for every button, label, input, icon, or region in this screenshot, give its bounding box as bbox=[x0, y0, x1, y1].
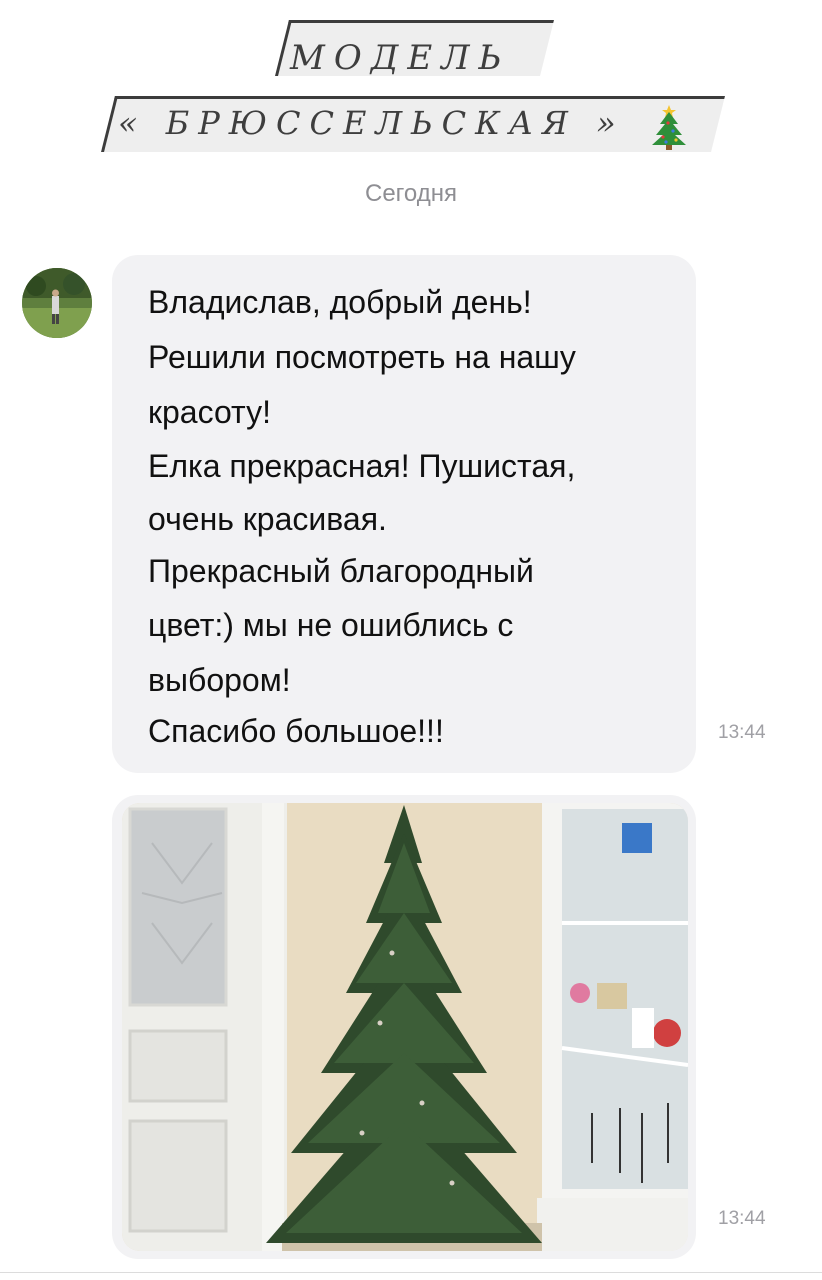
title-line-name: « БРЮССЕЛЬСКАЯ » bbox=[118, 104, 625, 142]
message-line: Владислав, добрый день! bbox=[148, 284, 532, 320]
date-separator: Сегодня bbox=[365, 180, 457, 207]
christmas-tree-icon bbox=[652, 105, 686, 150]
message-bubble[interactable]: Владислав, добрый день! Решили посмотрет… bbox=[112, 255, 696, 773]
message-line: очень красивая. bbox=[148, 501, 387, 537]
title-line-model: МОДЕЛЬ bbox=[290, 38, 511, 78]
message-line: Решили посмотреть на нашу bbox=[148, 339, 576, 375]
photo-image bbox=[122, 803, 688, 1251]
message-line: цвет:) мы не ошиблись с bbox=[148, 607, 514, 643]
title-banner: МОДЕЛЬ « БРЮССЕЛЬСКАЯ » bbox=[0, 0, 822, 152]
avatar-photo bbox=[22, 268, 92, 338]
message-line: выбором! bbox=[148, 662, 291, 698]
message-line: Спасибо большое!!! bbox=[148, 713, 444, 749]
message-line: Елка прекрасная! Пушистая, bbox=[148, 448, 576, 484]
photo-message-time: 13:44 bbox=[718, 1208, 766, 1229]
bottom-divider bbox=[0, 1272, 822, 1273]
message-time: 13:44 bbox=[718, 722, 766, 743]
message-line: красоту! bbox=[148, 394, 271, 430]
message-line: Прекрасный благородный bbox=[148, 553, 534, 589]
avatar[interactable] bbox=[22, 268, 92, 338]
photo-message-bubble[interactable] bbox=[112, 795, 696, 1259]
christmas-tree-photo[interactable] bbox=[122, 803, 688, 1251]
